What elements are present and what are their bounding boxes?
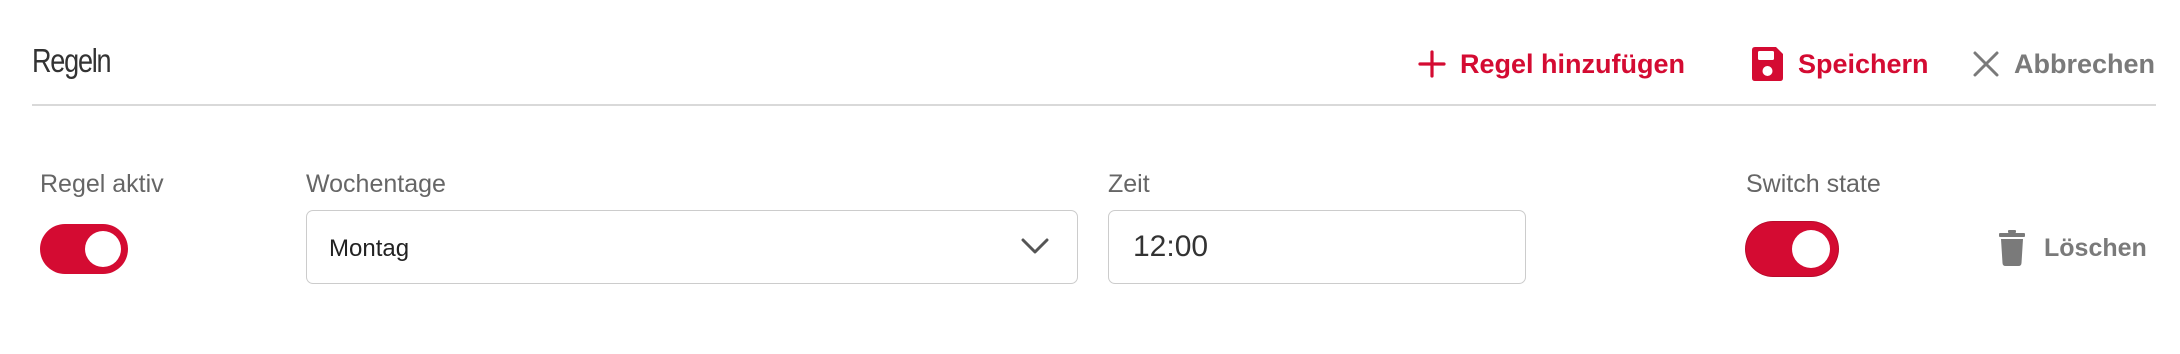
rule-active-label: Regel aktiv (40, 170, 164, 198)
rules-header: Regeln Regel hinzufügen Speichern Abbrec… (32, 0, 2156, 106)
trash-icon (1998, 230, 2026, 266)
page-title: Regeln (32, 42, 112, 79)
toggle-knob (85, 231, 121, 267)
save-label: Speichern (1798, 48, 1929, 79)
delete-button[interactable]: Löschen (1998, 228, 2147, 268)
weekdays-select[interactable]: Montag (306, 210, 1078, 284)
delete-label: Löschen (2044, 233, 2147, 262)
time-label: Zeit (1108, 170, 1150, 198)
save-button[interactable]: Speichern (1750, 44, 1929, 84)
add-rule-button[interactable]: Regel hinzufügen (1418, 44, 1685, 84)
plus-icon (1418, 50, 1446, 78)
time-input[interactable] (1108, 210, 1526, 284)
weekdays-value: Montag (329, 235, 410, 262)
floppy-disk-icon (1750, 46, 1784, 82)
rule-active-toggle[interactable] (40, 224, 128, 274)
close-icon (1972, 50, 2000, 78)
switch-state-toggle[interactable] (1746, 222, 1838, 276)
switch-state-label: Switch state (1746, 170, 1881, 198)
cancel-label: Abbrechen (2014, 48, 2156, 79)
rule-row: Regel aktiv Wochentage Montag Zeit Switc… (0, 170, 2180, 290)
weekdays-label: Wochentage (306, 170, 446, 198)
chevron-down-icon (1021, 237, 1049, 260)
toggle-knob (1792, 230, 1830, 268)
cancel-button[interactable]: Abbrechen (1972, 44, 2155, 84)
add-rule-label: Regel hinzufügen (1460, 48, 1685, 79)
